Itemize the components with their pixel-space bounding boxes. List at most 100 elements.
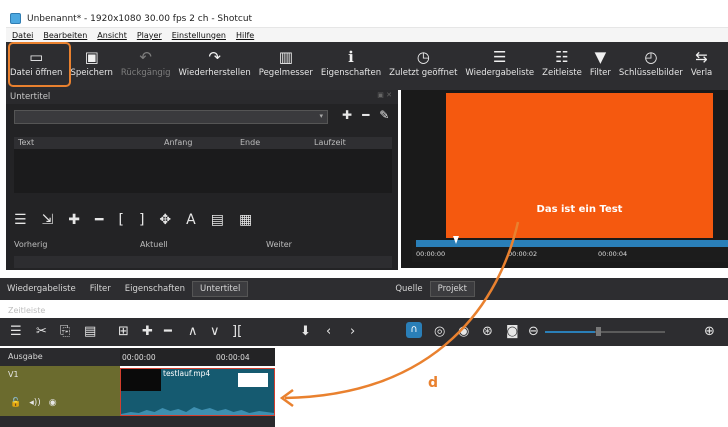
- remove-subtitle-icon[interactable]: ━: [95, 212, 103, 228]
- video-preview[interactable]: Das ist ein Test: [446, 93, 713, 238]
- tab-filter[interactable]: Filter: [83, 281, 118, 297]
- timeline-panel-title: Zeitleiste: [8, 306, 46, 315]
- set-start-icon[interactable]: [: [118, 212, 123, 228]
- panel-float-close-icon[interactable]: ▣ ✕: [377, 91, 392, 99]
- zuletzt-geöffnet-button[interactable]: ◷ Zuletzt geöffnet: [385, 46, 461, 78]
- track-controls: 🔓 ◂)) ◉: [10, 398, 57, 408]
- remove-track-icon[interactable]: ━: [362, 108, 369, 122]
- toolbar-label: Zuletzt geöffnet: [389, 68, 458, 78]
- window-title: Unbenannt* - 1920x1080 30.00 fps 2 ch - …: [27, 13, 253, 24]
- column-end[interactable]: Ende: [240, 138, 260, 147]
- move-icon[interactable]: ✥: [159, 212, 171, 228]
- split-icon[interactable]: ][: [232, 324, 242, 339]
- timeline-ruler[interactable]: 00:00:00 00:00:04: [120, 348, 275, 366]
- ripple-icon[interactable]: ◉: [458, 324, 469, 339]
- clock-icon: ◷: [416, 48, 430, 66]
- marker-icon[interactable]: ⬇: [300, 324, 311, 339]
- next-marker-icon[interactable]: ›: [350, 324, 355, 339]
- scrub-icon[interactable]: ◎: [434, 324, 445, 339]
- column-duration[interactable]: Laufzeit: [314, 138, 346, 147]
- zoom-out-icon[interactable]: ⊖: [528, 324, 539, 339]
- set-end-icon[interactable]: ]: [139, 212, 144, 228]
- tab-source[interactable]: Quelle: [388, 281, 429, 297]
- menu-datei[interactable]: Datei: [12, 31, 33, 40]
- shotcut-app-icon: [10, 13, 21, 24]
- eye-icon[interactable]: ◉: [49, 398, 57, 408]
- title-bar: Unbenannt* - 1920x1080 30.00 fps 2 ch - …: [6, 10, 728, 28]
- wiederherstellen-button[interactable]: ↷ Wiederherstellen: [175, 46, 255, 78]
- menu-bearbeiten[interactable]: Bearbeiten: [43, 31, 87, 40]
- scrubber-bar[interactable]: [416, 240, 728, 247]
- mute-icon[interactable]: ◂)): [29, 398, 41, 408]
- subtitle-table-header: Text Anfang Ende Laufzeit: [14, 137, 392, 149]
- ripple-markers-icon[interactable]: ◙: [506, 324, 519, 339]
- toolbar-label: Wiederherstellen: [178, 68, 251, 78]
- ripple-all-icon[interactable]: ⊛: [482, 324, 493, 339]
- timeline-menu-icon[interactable]: ☰: [10, 324, 22, 339]
- menu-player[interactable]: Player: [137, 31, 162, 40]
- tab-properties[interactable]: Eigenschaften: [118, 281, 192, 297]
- paste-icon[interactable]: ▤: [84, 324, 96, 339]
- menu-einstellungen[interactable]: Einstellungen: [172, 31, 226, 40]
- timeline-empty-area[interactable]: [275, 348, 728, 427]
- tab-project[interactable]: Projekt: [429, 281, 475, 297]
- info-icon: ℹ: [348, 48, 354, 66]
- speichern-button[interactable]: ▣ Speichern: [66, 46, 116, 78]
- bottom-tab-bar: Wiedergabeliste Filter Eigenschaften Unt…: [0, 278, 728, 300]
- column-text[interactable]: Text: [18, 138, 34, 147]
- annotation-label-d: d: [428, 375, 439, 391]
- add-subtitle-icon[interactable]: ✚: [68, 212, 80, 228]
- schlüsselbilder-button[interactable]: ◴ Schlüsselbilder: [615, 46, 687, 78]
- edit-track-icon[interactable]: ✎: [379, 108, 389, 122]
- burn-in-icon[interactable]: ▤: [211, 212, 224, 228]
- add-track-icon[interactable]: ✚: [342, 108, 352, 122]
- copy-icon[interactable]: ⎘: [60, 324, 70, 339]
- toolbar-label: Rückgängig: [120, 68, 171, 78]
- import-icon[interactable]: ⇲: [42, 212, 54, 228]
- main-toolbar: ▭ Datei öffnen ▣ Speichern ↶ Rückgängig ↷ Wiede…: [6, 42, 728, 90]
- menu-ansicht[interactable]: Ansicht: [97, 31, 127, 40]
- zoom-slider-handle[interactable]: [596, 327, 601, 336]
- lock-icon[interactable]: 🔓: [10, 398, 21, 408]
- pegelmesser-button[interactable]: ▥ Pegelmesser: [255, 46, 317, 78]
- toolbar-label: Filter: [589, 68, 611, 78]
- verla-button[interactable]: ⇆ Verla: [687, 46, 716, 78]
- ruler-time-4: 00:00:04: [216, 353, 250, 362]
- zoom-in-icon[interactable]: ⊕: [704, 324, 715, 339]
- tab-playlist[interactable]: Wiedergabeliste: [0, 281, 83, 297]
- subtitle-track-combo[interactable]: ▾: [14, 110, 328, 124]
- v1-track-header[interactable]: V1 🔓 ◂)) ◉: [0, 366, 120, 416]
- cut-icon[interactable]: ✂: [36, 324, 47, 339]
- remove-icon[interactable]: ━: [164, 324, 172, 339]
- menu-hilfe[interactable]: Hilfe: [236, 31, 254, 40]
- lift-icon[interactable]: ∧: [188, 324, 198, 339]
- label-current: Aktuell: [140, 240, 168, 249]
- append-icon[interactable]: ⊞: [118, 324, 129, 339]
- column-start[interactable]: Anfang: [164, 138, 192, 147]
- zoom-slider[interactable]: [545, 331, 665, 333]
- toolbar-label: Pegelmesser: [258, 68, 313, 78]
- save-icon: ▣: [84, 48, 99, 66]
- tab-subtitles[interactable]: Untertitel: [192, 281, 249, 297]
- zeitleiste-button[interactable]: ☷ Zeitleiste: [538, 46, 586, 78]
- subtitle-table-body[interactable]: [14, 149, 392, 193]
- text-icon[interactable]: A: [186, 212, 196, 228]
- wiedergabeliste-button[interactable]: ☰ Wiedergabeliste: [461, 46, 538, 78]
- overwrite-icon[interactable]: ∨: [210, 324, 220, 339]
- speech-icon[interactable]: ▦: [239, 212, 252, 228]
- timeline-icon: ☷: [555, 48, 569, 66]
- prev-marker-icon[interactable]: ‹: [326, 324, 331, 339]
- subtitle-nav-field[interactable]: [14, 256, 392, 268]
- shotcut-window: Unbenannt* - 1920x1080 30.00 fps 2 ch - …: [0, 0, 728, 427]
- rückgängig-button[interactable]: ↶ Rückgängig: [117, 46, 175, 78]
- eigenschaften-button[interactable]: ℹ Eigenschaften: [317, 46, 385, 78]
- redo-icon: ↷: [208, 48, 221, 66]
- menu-icon[interactable]: ☰: [14, 212, 27, 228]
- filter-button[interactable]: ▼ Filter: [586, 46, 615, 78]
- timeline-clip[interactable]: testlauf.mp4: [120, 368, 275, 416]
- add-icon[interactable]: ✚: [142, 324, 153, 339]
- snap-magnet-icon[interactable]: ∩: [406, 322, 422, 338]
- ruler-time-0: 00:00:00: [122, 353, 156, 362]
- timecode-4: 00:00:04: [598, 250, 628, 258]
- player-scrubber[interactable]: 00:00:00 00:00:02 00:00:04: [412, 240, 728, 262]
